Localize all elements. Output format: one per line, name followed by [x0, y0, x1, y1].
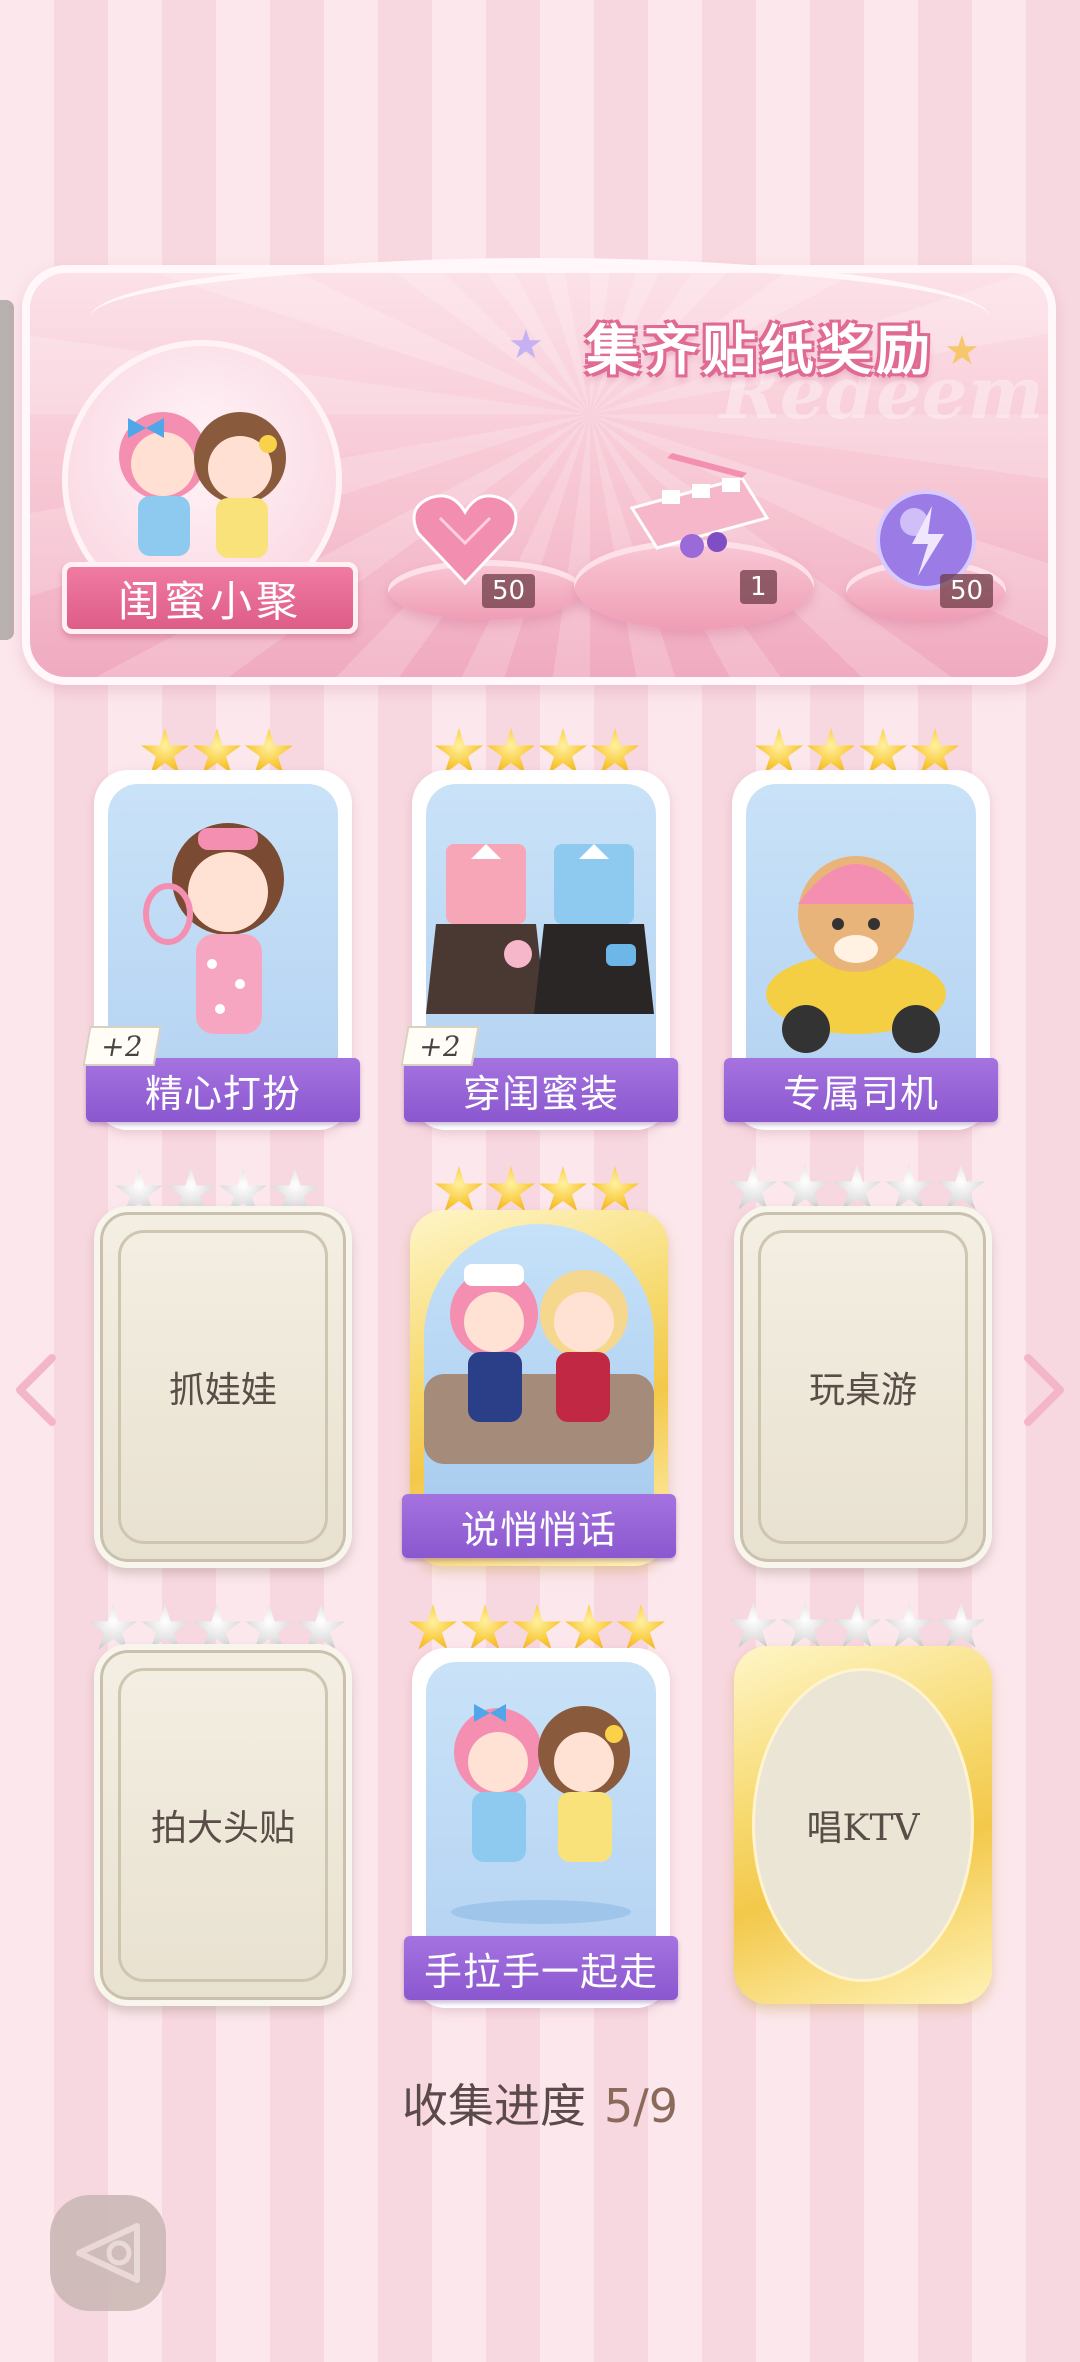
card-label: 抓娃娃	[168, 1370, 277, 1411]
card-art	[426, 1662, 656, 1948]
star-icon	[885, 1602, 933, 1648]
sticker-card-dressup[interactable]: +2 精心打扮	[82, 770, 360, 1130]
sticker-card-matching-outfit[interactable]: +2 穿闺蜜装	[400, 770, 678, 1130]
chevron-right-icon	[1024, 1354, 1064, 1426]
card-stars	[728, 1602, 986, 1652]
card-stars	[408, 1604, 666, 1654]
bonus-tag: +2	[400, 1026, 480, 1066]
sticker-card-claw-machine[interactable]: 抓娃娃	[94, 1206, 352, 1568]
card-ribbon: 穿闺蜜装	[404, 1058, 678, 1122]
gift-box-icon[interactable]	[622, 448, 772, 578]
card-art	[424, 1224, 654, 1506]
pink-heart-gem-icon[interactable]	[410, 488, 520, 588]
card-label: 玩桌游	[808, 1370, 917, 1411]
bonus-tag: +2	[82, 1026, 162, 1066]
star-icon	[513, 1604, 561, 1650]
reward-count: 50	[482, 574, 536, 608]
girls-walking-icon	[451, 1704, 631, 1924]
card-ribbon: 精心打扮	[86, 1058, 360, 1122]
hamster-scooter-icon	[766, 856, 946, 1053]
locked-card-frame: 拍大头贴	[118, 1668, 328, 1982]
star-icon	[539, 1166, 587, 1212]
sticker-card-private-driver[interactable]: 专属司机	[724, 770, 998, 1130]
card-label: 说悄悄话	[460, 1507, 617, 1552]
card-ribbon: 手拉手一起走	[404, 1936, 678, 2000]
side-drawer-handle[interactable]	[0, 300, 14, 640]
card-label: 唱KTV	[806, 1808, 920, 1849]
card-ribbon: 专属司机	[724, 1058, 998, 1122]
sticker-card-whisper[interactable]: 说悄悄话	[402, 1210, 676, 1566]
sticker-card-hand-in-hand[interactable]: 手拉手一起走	[404, 1648, 678, 2008]
sticker-card-ktv[interactable]: 唱KTV	[734, 1646, 992, 2004]
star-icon	[461, 1604, 509, 1650]
collection-progress: 收集进度 5/9	[0, 2070, 1080, 2136]
card-stars	[408, 1166, 666, 1216]
star-decoration-icon: ★	[508, 322, 544, 368]
plaque-label: 闺蜜小聚	[117, 576, 302, 626]
progress-label: 收集进度	[401, 2079, 586, 2133]
card-label: 穿闺蜜装	[462, 1071, 619, 1116]
star-icon	[435, 1166, 483, 1212]
star-icon	[617, 1604, 665, 1650]
locked-card-frame: 玩桌游	[758, 1230, 968, 1544]
card-label: 精心打扮	[144, 1071, 301, 1116]
prev-page-arrow[interactable]	[10, 1350, 60, 1430]
star-icon	[487, 1166, 535, 1212]
locked-card-frame: 抓娃娃	[118, 1230, 328, 1544]
star-icon	[833, 1602, 881, 1648]
card-art	[746, 784, 976, 1070]
reward-count: 50	[940, 574, 994, 608]
reward-count: 1	[740, 570, 777, 604]
back-button[interactable]	[50, 2195, 166, 2311]
star-icon	[409, 1604, 457, 1650]
banner-title: 集齐贴纸奖励	[586, 318, 934, 382]
sticker-card-photo-booth[interactable]: 拍大头贴	[94, 1644, 352, 2006]
sticker-card-board-game[interactable]: 玩桌游	[734, 1206, 992, 1568]
star-icon	[937, 1602, 985, 1648]
star-icon	[591, 1166, 639, 1212]
card-label: 手拉手一起走	[423, 1949, 658, 1994]
next-page-arrow[interactable]	[1020, 1350, 1070, 1430]
chevron-left-icon	[16, 1354, 56, 1426]
back-arrow-icon	[76, 2223, 140, 2283]
card-label: 拍大头贴	[150, 1808, 295, 1849]
locked-card-frame: 唱KTV	[752, 1668, 974, 1982]
group-name-plaque: 闺蜜小聚	[62, 562, 358, 634]
star-icon	[781, 1602, 829, 1648]
card-ribbon: 说悄悄话	[402, 1494, 676, 1558]
progress-value: 5/9	[603, 2079, 679, 2133]
card-label: 专属司机	[782, 1071, 939, 1116]
star-icon	[565, 1604, 613, 1650]
star-icon	[729, 1602, 777, 1648]
two-girls-sofa-icon	[424, 1264, 654, 1464]
banner-title-wrap: 集齐贴纸奖励	[540, 300, 980, 390]
